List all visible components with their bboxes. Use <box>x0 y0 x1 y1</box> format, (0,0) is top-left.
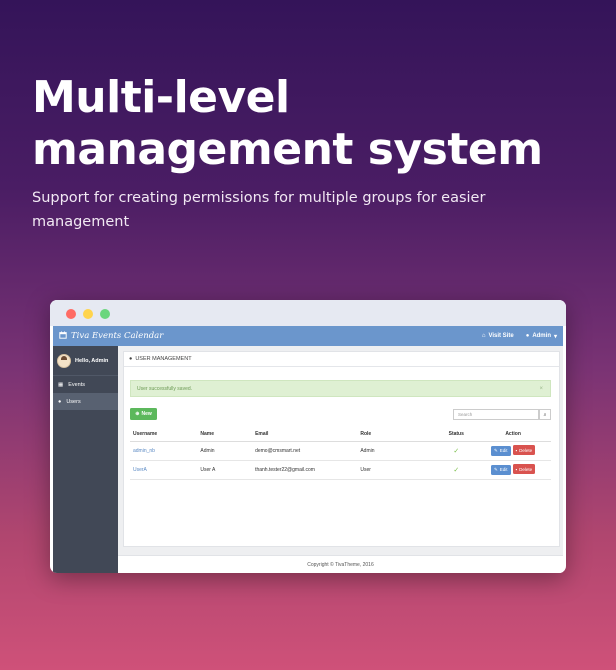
plus-icon: ⊕ <box>135 411 140 417</box>
users-table: Username Name Email Role Status Action a… <box>130 427 551 480</box>
calendar-icon: ▦ <box>58 381 64 388</box>
username-link[interactable]: UserA <box>130 460 198 480</box>
search-icon[interactable]: ⌕ <box>539 409 551 420</box>
delete-label: Delete <box>519 447 533 453</box>
sidebar-user: Hello, Admin <box>53 346 118 376</box>
search-input[interactable]: Search <box>453 409 539 420</box>
window-titlebar <box>50 300 566 326</box>
table-row: admin_nb Admin demo@cmsmart.net Admin ✓ … <box>130 441 551 461</box>
visit-site-label: Visit Site <box>488 333 514 339</box>
sidebar: Hello, Admin ▦ Events ● Users <box>53 346 118 573</box>
sidebar-item-label: Events <box>68 381 86 388</box>
maximize-window-dot[interactable] <box>100 309 110 319</box>
app-window-mockup: Tiva Events Calendar ⌂ Visit Site ● Admi… <box>50 300 566 573</box>
name-cell: User A <box>197 460 253 480</box>
new-button-label: New <box>141 411 152 417</box>
admin-menu-label: Admin <box>532 333 551 339</box>
sidebar-item-label: Users <box>66 398 81 405</box>
minimize-window-dot[interactable] <box>83 309 93 319</box>
user-icon: ● <box>129 356 133 362</box>
column-header: Username <box>130 427 198 442</box>
delete-button[interactable]: ▪ Delete <box>512 445 536 456</box>
username-link[interactable]: admin_nb <box>130 441 198 461</box>
visit-site-link[interactable]: ⌂ Visit Site <box>482 333 514 340</box>
role-cell: User <box>357 460 438 480</box>
app-header: Tiva Events Calendar ⌂ Visit Site ● Admi… <box>53 326 563 346</box>
calendar-icon <box>59 330 67 342</box>
app-brand-label: Tiva Events Calendar <box>71 331 164 341</box>
app-footer: Copyright © TivaTheme, 2016 <box>118 555 563 573</box>
trash-icon: ▪ <box>515 466 518 472</box>
role-cell: Admin <box>357 441 438 461</box>
sidebar-item-users[interactable]: ● Users <box>53 393 118 410</box>
close-icon[interactable]: × <box>539 386 543 392</box>
column-header: Action <box>475 427 551 442</box>
delete-label: Delete <box>519 466 533 472</box>
user-icon: ● <box>58 398 62 405</box>
check-icon: ✓ <box>453 447 460 455</box>
column-header: Role <box>357 427 438 442</box>
edit-button[interactable]: ✎ Edit <box>491 464 511 475</box>
table-header-row: Username Name Email Role Status Action <box>130 427 551 442</box>
email-cell: thanh.tester22@gmail.com <box>252 460 358 480</box>
panel-header: ● USER MANAGEMENT <box>124 352 559 367</box>
edit-label: Edit <box>499 467 508 473</box>
admin-menu[interactable]: ● Admin ▾ <box>526 333 557 340</box>
alert-message: User successfully saved. <box>137 385 193 392</box>
section-title: USER MANAGEMENT <box>135 356 192 362</box>
main-content: ● USER MANAGEMENT User successfully save… <box>118 346 563 573</box>
close-window-dot[interactable] <box>66 309 76 319</box>
hero-title: Multi-level management system <box>32 72 543 175</box>
sidebar-item-events[interactable]: ▦ Events <box>53 376 118 393</box>
edit-icon: ✎ <box>494 447 498 453</box>
copyright-text: Copyright © TivaTheme, 2016 <box>307 561 374 568</box>
edit-button[interactable]: ✎ Edit <box>491 445 511 456</box>
table-row: UserA User A thanh.tester22@gmail.com Us… <box>130 460 551 480</box>
greeting: Hello, Admin <box>75 357 109 364</box>
edit-icon: ✎ <box>494 466 498 472</box>
new-user-button[interactable]: ⊕ New <box>130 408 157 420</box>
user-management-panel: ● USER MANAGEMENT User successfully save… <box>123 351 560 547</box>
column-header: Email <box>252 427 358 442</box>
column-header: Name <box>197 427 253 442</box>
column-header: Status <box>437 427 476 442</box>
home-icon: ⌂ <box>481 333 486 339</box>
check-icon: ✓ <box>453 466 460 474</box>
delete-button[interactable]: ▪ Delete <box>512 464 536 475</box>
edit-label: Edit <box>499 448 508 454</box>
email-cell: demo@cmsmart.net <box>252 441 358 461</box>
user-icon: ● <box>525 333 530 339</box>
name-cell: Admin <box>197 441 253 461</box>
hero-subtitle: Support for creating permissions for mul… <box>32 190 486 230</box>
success-alert: User successfully saved. × <box>130 380 551 397</box>
caret-down-icon: ▾ <box>553 333 557 340</box>
trash-icon: ▪ <box>515 447 518 453</box>
app-brand[interactable]: Tiva Events Calendar <box>59 330 164 342</box>
avatar <box>57 353 71 368</box>
